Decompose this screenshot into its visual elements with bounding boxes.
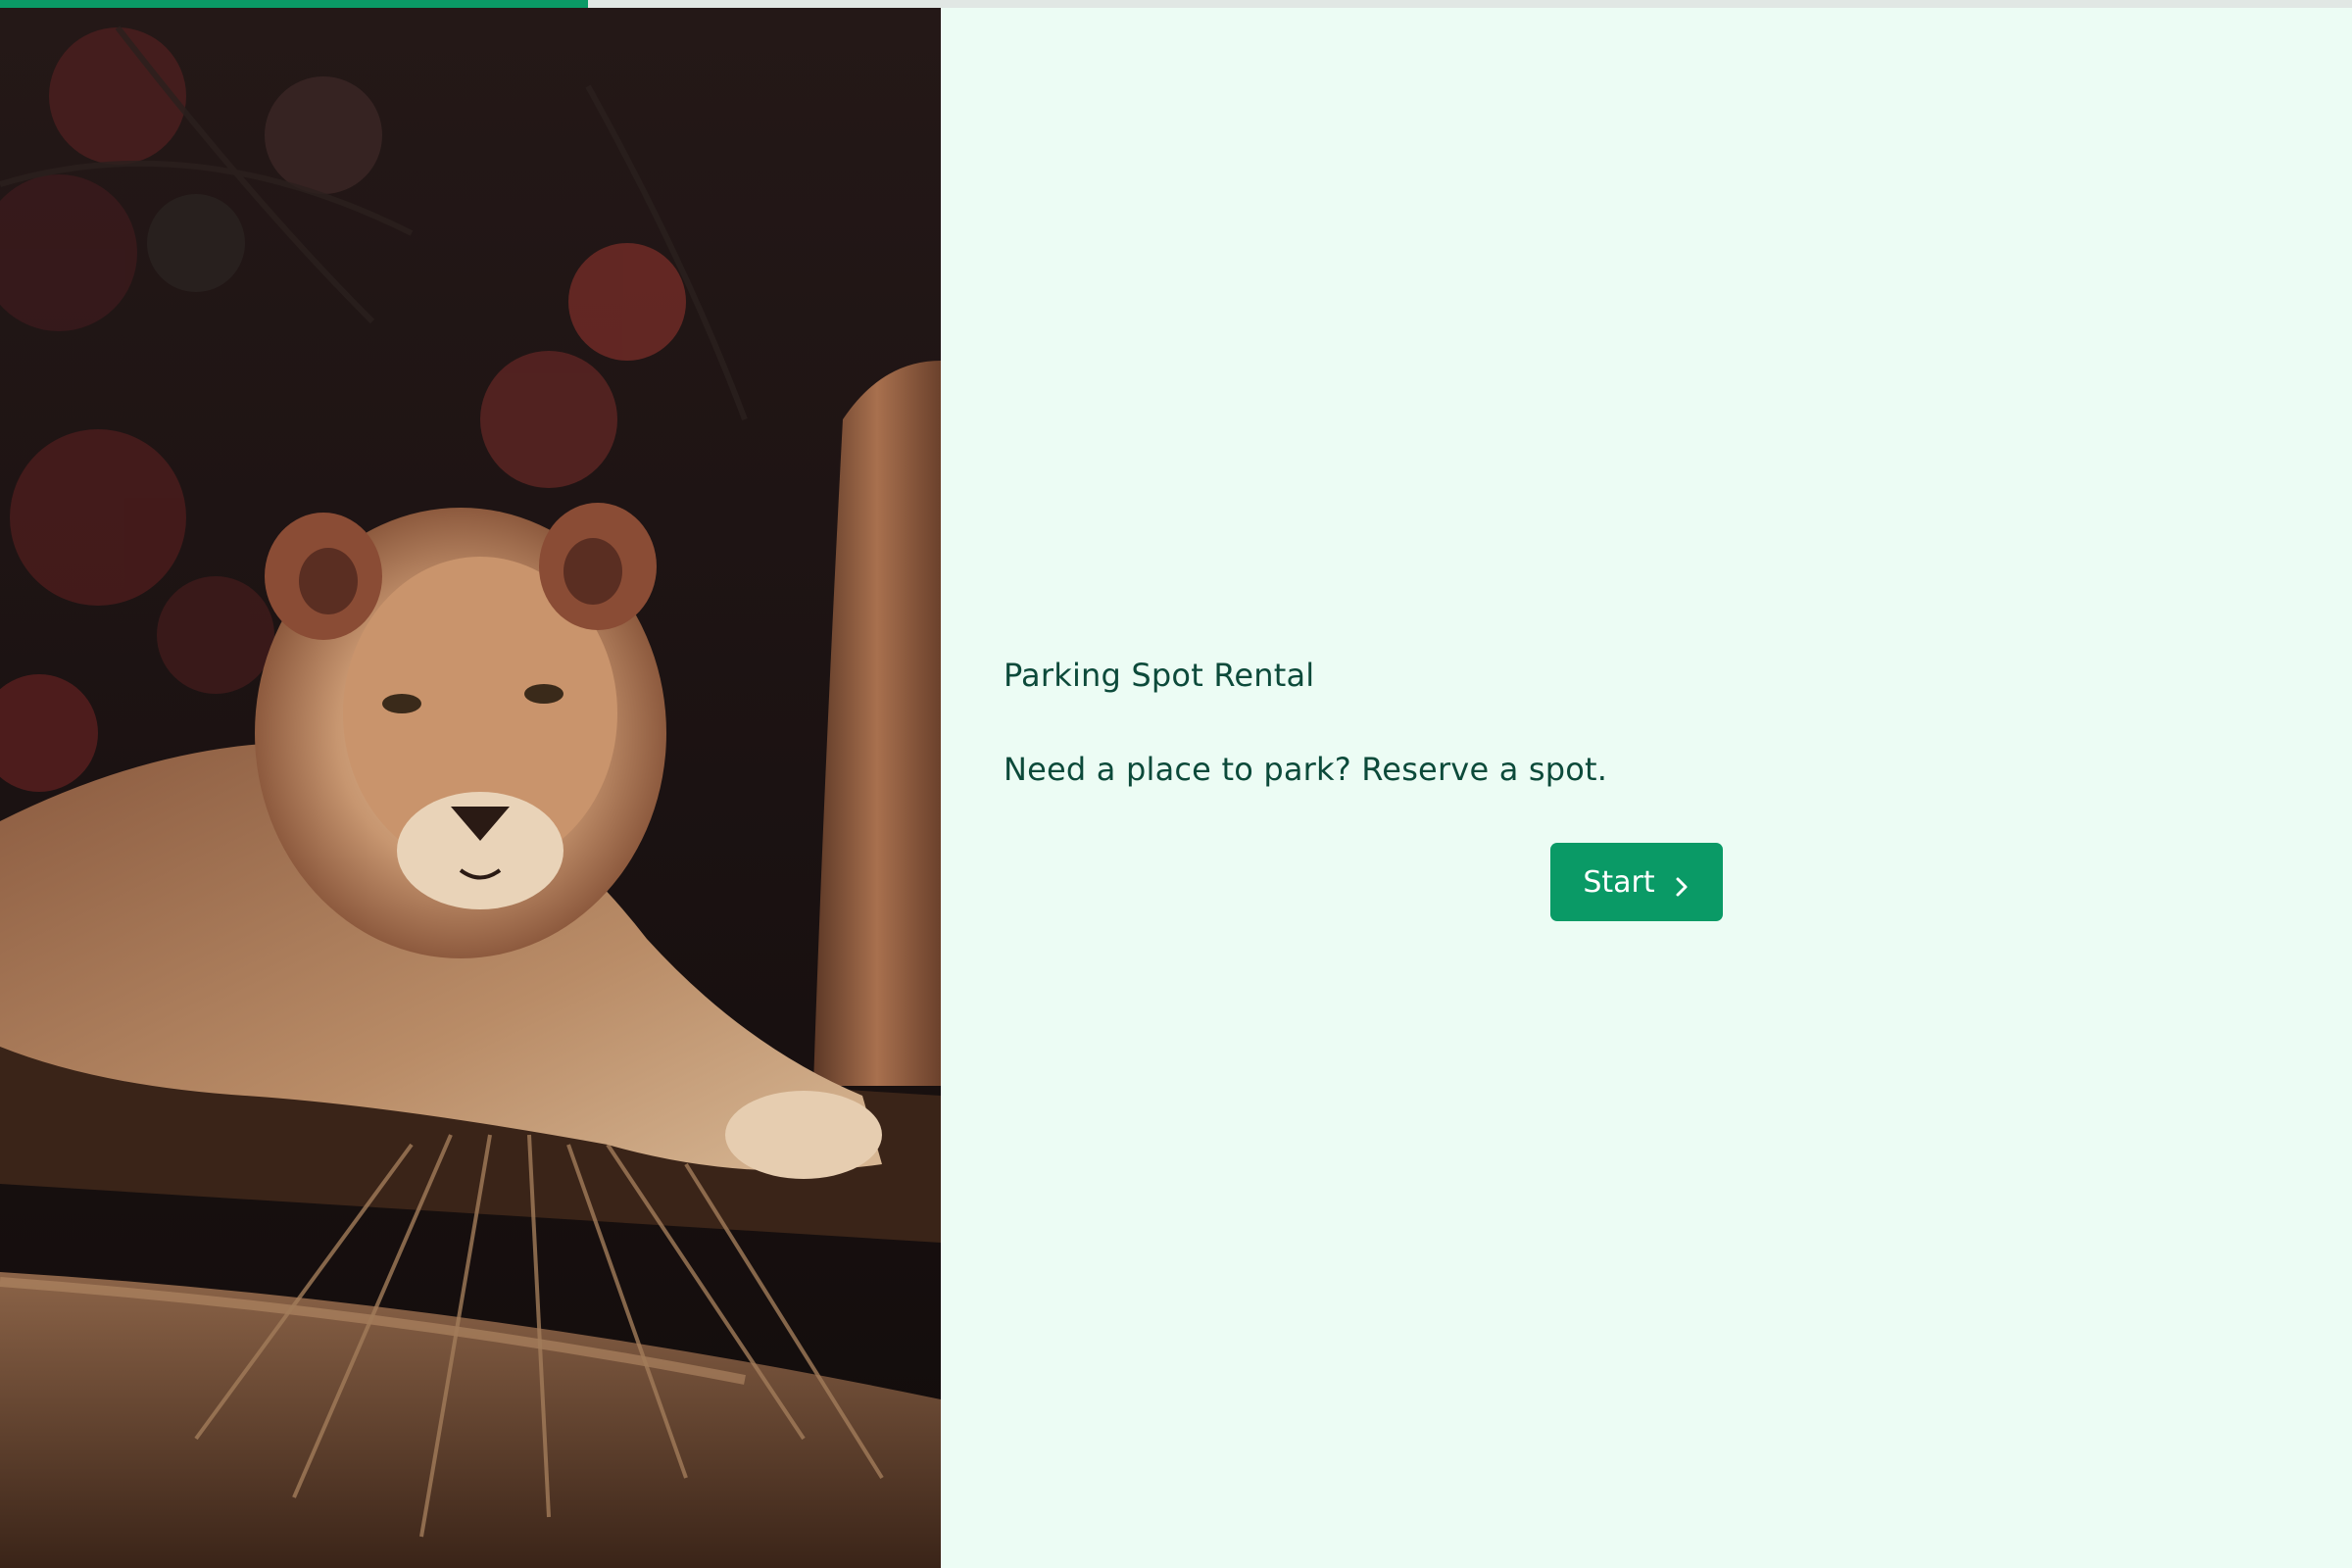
intro-panel: Parking Spot Rental Need a place to park… [941,8,2352,1568]
form-title: Parking Spot Rental [1004,657,1315,694]
progress-bar-fill [0,0,588,8]
form-subtitle: Need a place to park? Reserve a spot. [1004,751,1608,788]
lioness-photo [0,8,941,1568]
hero-image [0,8,941,1568]
progress-bar [0,0,2352,8]
start-button-label: Start [1583,864,1655,900]
start-button[interactable]: Start [1550,843,1723,921]
chevron-right-icon [1673,871,1690,897]
